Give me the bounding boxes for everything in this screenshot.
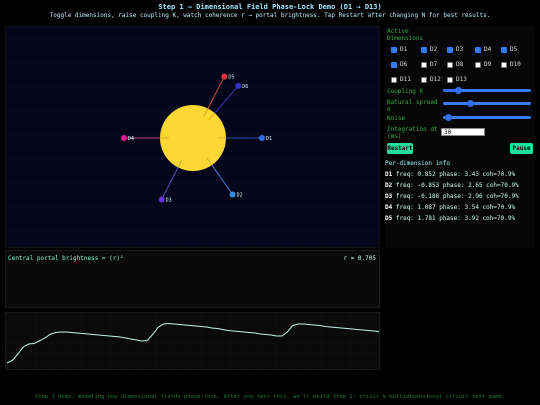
dimension-label: D11 <box>400 76 411 83</box>
info-row-text: freq: 1.087 phase: 3.54 coh=70.9% <box>395 204 516 211</box>
dimension-label: D9 <box>484 61 492 68</box>
dimension-toggle-d13[interactable]: D13 <box>447 76 467 83</box>
checkbox[interactable] <box>391 46 397 53</box>
spread-slider[interactable] <box>443 100 531 107</box>
node-label-d1: D1 <box>266 136 272 142</box>
dimension-toggle-d1[interactable]: D1 <box>391 46 407 53</box>
coherence-value: r = 0.705 <box>343 255 376 262</box>
checkbox[interactable] <box>421 76 427 83</box>
noise-slider-knob[interactable] <box>445 114 452 121</box>
field-canvas: D1 D2 D3 D4 D5 D6 <box>6 27 381 249</box>
node-d5 <box>221 73 228 80</box>
dimension-toggle-d7[interactable]: D7 <box>421 61 437 68</box>
node-label-d3: D3 <box>166 197 172 203</box>
node-d2 <box>229 191 236 198</box>
checkbox[interactable] <box>421 46 427 53</box>
dimension-toggle-d12[interactable]: D12 <box>421 76 441 83</box>
node-label-d6: D6 <box>242 84 248 90</box>
info-row-id: D4 <box>385 204 393 211</box>
dimension-toggle-d9[interactable]: D9 <box>475 61 491 68</box>
info-row-text: freq: -0.186 phase: 2.96 coh=70.9% <box>395 193 519 200</box>
dimension-toggle-d10[interactable]: D10 <box>501 61 521 68</box>
noise-slider[interactable] <box>443 114 531 121</box>
dt-label: Integration dt (ms) <box>387 126 438 140</box>
dimension-label: D4 <box>484 46 492 53</box>
info-row: D3 freq: -0.186 phase: 2.96 coh=70.9% <box>385 193 535 200</box>
header: Step 1 — Dimensional Field Phase-Lock De… <box>0 3 540 20</box>
checkbox[interactable] <box>447 61 453 68</box>
dimension-label: D12 <box>430 76 441 83</box>
brightness-label: Central portal brightness = ⟨r⟩² <box>8 255 124 262</box>
page-title: Step 1 — Dimensional Field Phase-Lock De… <box>158 3 382 11</box>
restart-button[interactable]: Restart <box>387 143 413 154</box>
info-row-text: freq: 0.852 phase: 3.43 coh=70.9% <box>395 171 516 178</box>
info-row-id: D2 <box>385 182 393 189</box>
node-label-d5: D5 <box>228 75 234 81</box>
checkbox[interactable] <box>475 46 481 53</box>
checkbox[interactable] <box>391 61 397 68</box>
dimension-label: D7 <box>430 61 438 68</box>
dimension-label: D2 <box>430 46 438 53</box>
dimension-toggle-d11[interactable]: D11 <box>391 76 411 83</box>
info-row: D5 freq: 1.781 phase: 3.92 coh=70.9% <box>385 215 535 222</box>
dimension-toggle-d3[interactable]: D3 <box>447 46 463 53</box>
footer-note: Step 1 demo: modeling how dimensional fi… <box>34 394 506 400</box>
info-row-text: freq: -0.853 phase: 2.65 coh=70.9% <box>395 182 519 189</box>
pause-button[interactable]: Pause <box>510 143 533 154</box>
checkbox[interactable] <box>421 61 427 68</box>
checkbox[interactable] <box>391 76 397 83</box>
page-subtitle: Toggle dimensions, raise coupling K, wat… <box>49 12 491 19</box>
active-dimensions-label: Active Dimensions <box>387 28 424 42</box>
info-row: D4 freq: 1.087 phase: 3.54 coh=70.9% <box>385 204 535 211</box>
node-d3 <box>158 196 165 203</box>
info-row: D2 freq: -0.853 phase: 2.65 coh=70.9% <box>385 182 535 189</box>
brightness-bar: Central portal brightness = ⟨r⟩² r = 0.7… <box>5 250 380 308</box>
dimension-label: D6 <box>400 61 408 68</box>
field-visualization: D1 D2 D3 D4 D5 D6 <box>5 26 381 249</box>
checkbox[interactable] <box>501 46 507 53</box>
dimension-toggle-d8[interactable]: D8 <box>447 61 463 68</box>
info-row-id: D3 <box>385 193 393 200</box>
dimension-label: D5 <box>510 46 518 53</box>
checkbox[interactable] <box>501 61 507 68</box>
checkbox[interactable] <box>475 61 481 68</box>
coupling-slider-knob[interactable] <box>455 87 462 94</box>
dimension-label: D8 <box>456 61 464 68</box>
checkbox[interactable] <box>447 76 453 83</box>
dimension-toggle-d5[interactable]: D5 <box>501 46 517 53</box>
info-row-id: D5 <box>385 215 393 222</box>
dimension-label: D13 <box>456 76 467 83</box>
dimension-label: D3 <box>456 46 464 53</box>
checkbox[interactable] <box>447 46 453 53</box>
info-heading: Per-dimension info <box>385 160 451 167</box>
dimension-toggle-d4[interactable]: D4 <box>475 46 491 53</box>
portal-core <box>160 105 226 171</box>
dimension-label: D10 <box>510 61 521 68</box>
coupling-slider[interactable] <box>443 87 531 94</box>
dimension-toggle-d2[interactable]: D2 <box>421 46 437 53</box>
coherence-plot-canvas <box>6 313 381 371</box>
per-dimension-info: Per-dimension info D1 freq: 0.852 phase:… <box>385 160 535 226</box>
spread-label: Natural spread σ <box>387 99 438 113</box>
dimension-toggle-d6[interactable]: D6 <box>391 61 407 68</box>
info-row-id: D1 <box>385 171 393 178</box>
info-row-text: freq: 1.781 phase: 3.92 coh=70.9% <box>395 215 516 222</box>
dt-input[interactable]: 30 <box>441 128 485 136</box>
info-row: D1 freq: 0.852 phase: 3.43 coh=70.9% <box>385 171 535 178</box>
coupling-label: Coupling K <box>387 88 424 95</box>
node-label-d2: D2 <box>237 193 243 199</box>
node-d6 <box>235 82 242 89</box>
node-d4 <box>121 135 127 141</box>
spread-slider-knob[interactable] <box>467 100 474 107</box>
node-d1 <box>259 135 265 141</box>
dimension-label: D1 <box>400 46 408 53</box>
noise-label: Noise <box>387 115 406 122</box>
coherence-plot <box>5 312 381 371</box>
node-label-d4: D4 <box>128 136 134 142</box>
